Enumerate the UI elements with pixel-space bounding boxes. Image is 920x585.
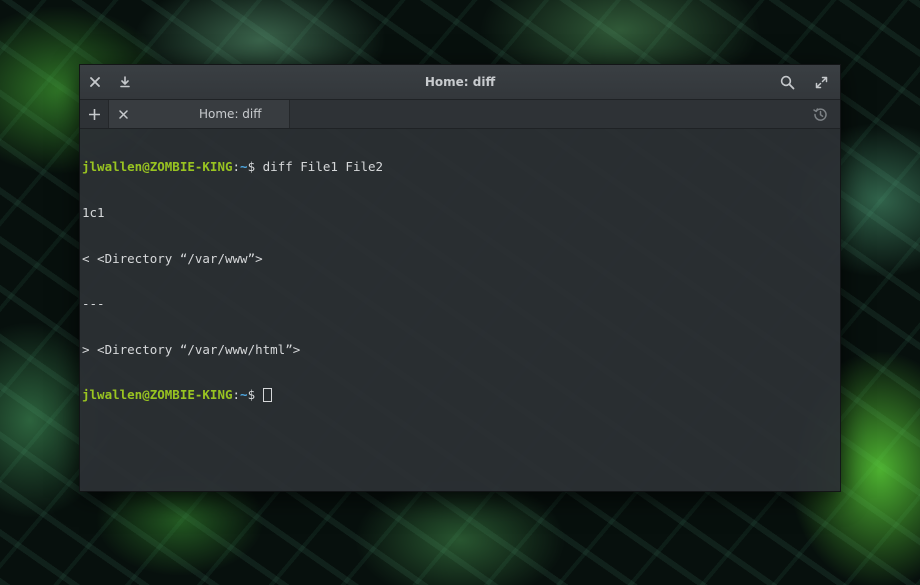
prompt-path: ~ bbox=[240, 387, 248, 403]
download-button[interactable] bbox=[110, 65, 140, 99]
terminal-area[interactable]: jlwallen@ZOMBIE-KING:~$ diff File1 File2… bbox=[80, 129, 840, 491]
titlebar: Home: diff bbox=[80, 65, 840, 100]
prompt-separator: : bbox=[232, 387, 241, 403]
tab-bar: Home: diff bbox=[80, 100, 840, 129]
output-line: > <Directory “/var/www/html”> bbox=[82, 341, 301, 357]
output-line: 1c1 bbox=[82, 205, 105, 220]
command-line: jlwallen@ZOMBIE-KING:~$ diff File1 File2 bbox=[82, 159, 838, 174]
history-icon bbox=[812, 107, 827, 121]
new-tab-button[interactable] bbox=[80, 100, 109, 128]
restore-tab-button[interactable] bbox=[808, 100, 832, 128]
search-icon bbox=[780, 75, 794, 89]
output-line: < <Directory “/var/www”> bbox=[82, 250, 263, 266]
tab-label: Home: diff bbox=[199, 107, 262, 121]
tab-close-button[interactable] bbox=[113, 100, 133, 128]
close-icon bbox=[90, 77, 100, 87]
search-button[interactable] bbox=[772, 65, 802, 99]
prompt-path: ~ bbox=[240, 159, 248, 175]
prompt-user: jlwallen@ZOMBIE-KING bbox=[82, 387, 233, 403]
prompt-user: jlwallen@ZOMBIE-KING bbox=[82, 159, 233, 175]
close-icon bbox=[118, 109, 128, 119]
download-icon bbox=[120, 76, 130, 88]
output-line: --- bbox=[82, 296, 105, 312]
plus-icon bbox=[88, 108, 100, 120]
close-window-button[interactable] bbox=[80, 65, 110, 99]
prompt-symbol: $ bbox=[247, 159, 256, 175]
text-cursor bbox=[262, 388, 272, 403]
tab-home-diff[interactable]: Home: diff bbox=[109, 100, 290, 128]
fullscreen-icon bbox=[815, 76, 827, 88]
command-text: diff File1 File2 bbox=[262, 159, 384, 175]
terminal-window: Home: diff Home: diff jlwallen@ZOMBIE-KI… bbox=[79, 64, 841, 492]
fullscreen-button[interactable] bbox=[806, 65, 836, 99]
window-title: Home: diff bbox=[424, 75, 496, 89]
prompt-line: jlwallen@ZOMBIE-KING:~$ bbox=[82, 387, 838, 403]
prompt-separator: : bbox=[232, 159, 241, 175]
prompt-symbol: $ bbox=[247, 387, 256, 403]
